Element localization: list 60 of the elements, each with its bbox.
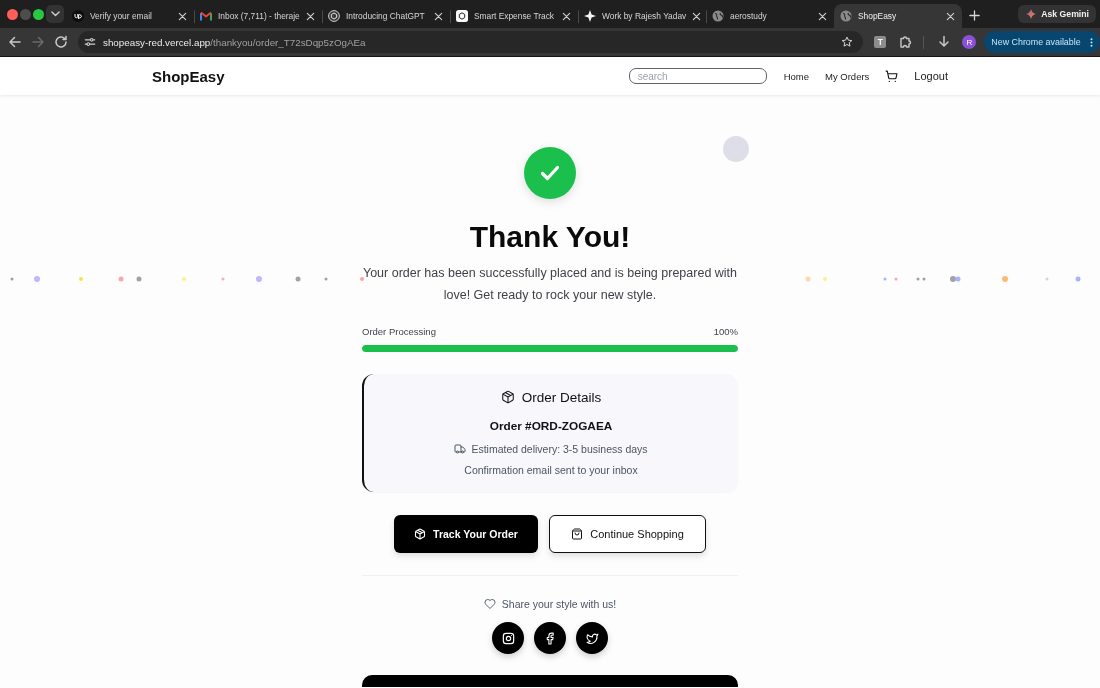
package-icon: [500, 390, 515, 404]
shopping-bag-icon: [571, 528, 584, 540]
track-order-button[interactable]: Track Your Order: [394, 515, 538, 553]
delivery-estimate: Estimated delivery: 3-5 business days: [471, 442, 648, 457]
card-heading: Order Details: [521, 389, 602, 405]
globe-icon: [712, 10, 724, 22]
continue-shopping-button[interactable]: Continue Shopping: [549, 515, 706, 553]
social-button[interactable]: [576, 622, 608, 654]
globe-icon: [840, 10, 852, 22]
confetti-dot-icon: [723, 136, 749, 162]
confirmation-message: Your order has been successfully placed and is being prepared with love! Get ready to rock your new style.: [362, 265, 738, 304]
window-close-button[interactable]: [7, 8, 18, 20]
brand-logo[interactable]: ShopEasy: [152, 67, 225, 85]
search-field[interactable]: search: [628, 68, 767, 84]
sparkle-icon: [1026, 9, 1037, 19]
address-bar[interactable]: shopeasy-red.vercel.app/thankyou/order_T72sDqp5zOgAEa: [78, 31, 864, 53]
close-icon[interactable]: [306, 11, 315, 21]
cart-icon[interactable]: [885, 69, 899, 83]
browser-tab[interactable]: ShopEasy: [834, 4, 962, 28]
social-button[interactable]: [492, 622, 524, 654]
back-icon[interactable]: [7, 34, 23, 50]
social-button[interactable]: [534, 622, 566, 654]
profile-avatar[interactable]: R: [962, 35, 977, 49]
instagram-icon: [501, 631, 515, 645]
browser-tab[interactable]: Verify your email: [66, 4, 194, 28]
truck-icon: [454, 443, 467, 455]
email-note: Confirmation email sent to your inbox: [464, 463, 638, 478]
close-icon[interactable]: [946, 11, 955, 21]
nav-link[interactable]: My Orders: [825, 70, 870, 82]
window-zoom-button[interactable]: [33, 8, 44, 20]
reload-icon[interactable]: [53, 34, 69, 50]
star-icon[interactable]: [841, 36, 854, 48]
bird-icon: [585, 631, 599, 645]
check-circle-icon: [524, 147, 576, 199]
logo-icon: [72, 10, 84, 22]
hexagon-tile-icon: [456, 10, 468, 22]
plus-icon[interactable]: [969, 10, 980, 21]
sparkle-icon: [584, 10, 596, 22]
heart-icon: [483, 598, 496, 610]
tab-search-button[interactable]: [46, 5, 64, 23]
close-icon[interactable]: [562, 11, 571, 21]
tune-icon[interactable]: [84, 36, 96, 48]
ring-icon: [328, 10, 340, 22]
close-icon[interactable]: [178, 11, 187, 21]
thank-you-heading: Thank You!: [469, 219, 631, 255]
progress-label: Order Processing: [362, 325, 436, 339]
package-icon: [414, 528, 427, 540]
order-number: Order #ORD-ZOGAEA: [489, 418, 613, 435]
update-chrome-button[interactable]: New Chrome available: [984, 31, 1100, 53]
close-icon[interactable]: [434, 11, 443, 21]
mail-icon: [200, 10, 212, 22]
nav-link[interactable]: Home: [783, 70, 809, 82]
chevron-down-icon: [50, 11, 60, 17]
share-text: Share your style with us!: [501, 598, 617, 610]
ask-gemini-button[interactable]: Ask Gemini: [1018, 5, 1096, 23]
close-icon[interactable]: [818, 11, 827, 21]
progress-percent: 100%: [713, 325, 738, 339]
close-icon[interactable]: [692, 11, 702, 21]
logout-link[interactable]: Logout: [914, 70, 948, 82]
more-icon: [1090, 37, 1093, 47]
